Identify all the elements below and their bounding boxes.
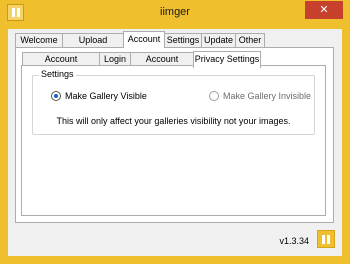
title-bar[interactable]: iimger ✕ <box>0 0 350 26</box>
tab-settings[interactable]: Settings <box>164 33 202 47</box>
subtab-account-creator[interactable]: Account Creator <box>130 52 194 77</box>
tab-welcome[interactable]: Welcome <box>15 33 63 47</box>
radio-unselected-indicator <box>209 91 219 101</box>
tab-account[interactable]: Account <box>123 31 165 48</box>
window-title: iimger <box>160 6 190 18</box>
make-gallery-invisible-radio[interactable]: Make Gallery Invisible <box>209 91 311 101</box>
make-gallery-visible-label: Make Gallery Visible <box>65 91 147 101</box>
client-area: Welcome Upload Settings Account Settings… <box>8 29 342 256</box>
subtab-login[interactable]: Login <box>99 52 131 66</box>
app-logo-icon <box>317 230 335 248</box>
make-gallery-invisible-label: Make Gallery Invisible <box>223 91 312 101</box>
version-label: v1.3.34 <box>279 236 309 246</box>
visibility-note: This will only affect your galleries vis… <box>56 116 291 126</box>
account-panel: Account Information Login Account Creato… <box>15 47 334 223</box>
subtab-privacy-settings[interactable]: Privacy Settings <box>193 51 261 68</box>
privacy-settings-panel: Settings Make Gallery Visible Make Galle… <box>21 65 326 216</box>
main-window: iimger ✕ Welcome Upload Settings Account… <box>0 0 350 264</box>
settings-groupbox: Settings Make Gallery Visible Make Galle… <box>32 69 315 135</box>
tab-upload-settings[interactable]: Upload Settings <box>62 33 124 58</box>
close-icon: ✕ <box>319 4 329 16</box>
subtab-account-information[interactable]: Account Information <box>22 52 100 77</box>
make-gallery-visible-radio[interactable]: Make Gallery Visible <box>51 91 147 101</box>
tab-update[interactable]: Update <box>201 33 236 47</box>
tab-other[interactable]: Other <box>235 33 265 47</box>
close-button[interactable]: ✕ <box>305 1 343 19</box>
settings-group-label: Settings <box>39 69 76 79</box>
radio-selected-indicator <box>51 91 61 101</box>
